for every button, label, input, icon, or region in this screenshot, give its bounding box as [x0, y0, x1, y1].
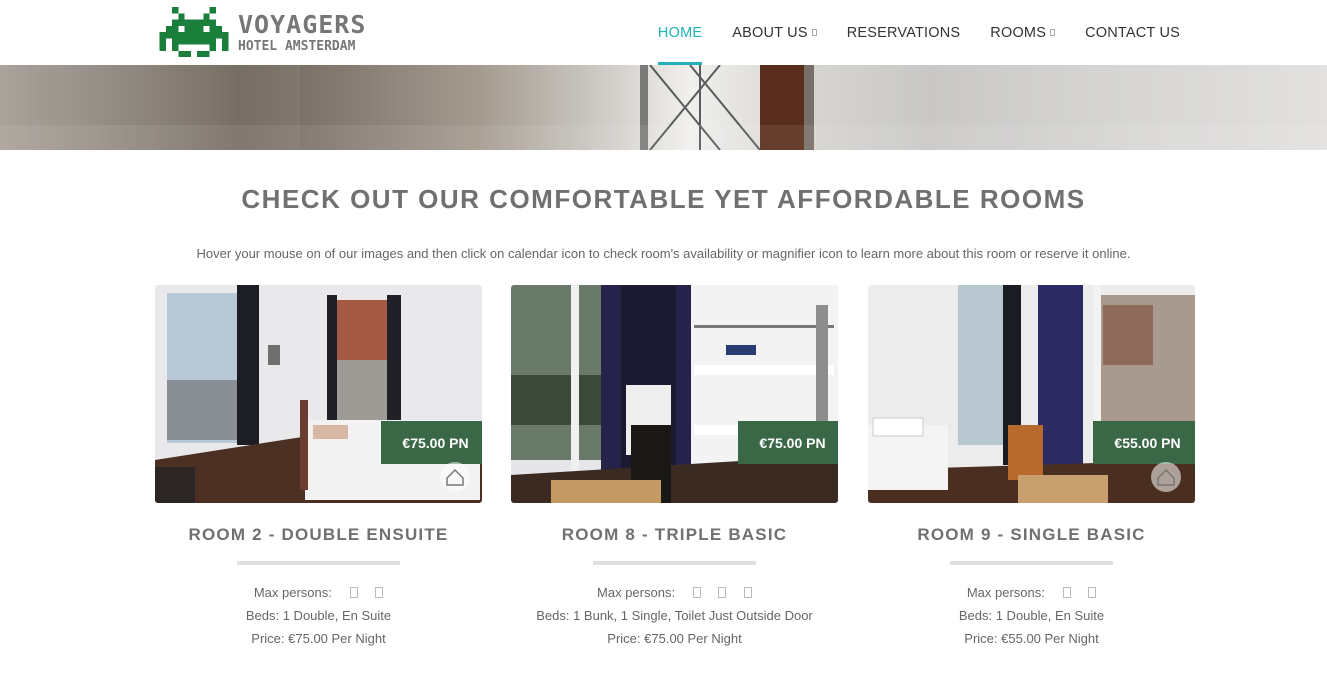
room-photo[interactable]: €55.00 PN	[868, 285, 1195, 503]
nav-about-us[interactable]: ABOUT US	[732, 0, 817, 65]
room-8-photo	[511, 285, 838, 503]
room-card: €55.00 PN ROOM 9 - SINGLE BASIC Max pers…	[868, 285, 1195, 646]
section-description: Hover your mouse on of our images and th…	[196, 246, 1131, 261]
room-photo[interactable]: €75.00 PN	[511, 285, 838, 503]
person-icon	[743, 587, 752, 598]
room-price: Price: €75.00 Per Night	[251, 631, 386, 646]
max-persons-label: Max persons:	[966, 585, 1045, 600]
person-icon	[1088, 587, 1097, 598]
price-tag: €55.00 PN	[1093, 421, 1195, 464]
max-persons-label: Max persons:	[253, 585, 332, 600]
nav-reservations-label: RESERVATIONS	[846, 24, 961, 41]
logo[interactable]: VOYAGERS HOTEL AMSTERDAM	[158, 6, 368, 58]
person-icon	[1062, 587, 1071, 598]
main-nav: HOME ABOUT US RESERVATIONS ROOMS CONTACT…	[628, 0, 1180, 65]
max-persons-label: Max persons:	[597, 585, 676, 600]
room-beds: Beds: 1 Double, En Suite	[245, 608, 392, 623]
price-tag-fold	[1194, 464, 1195, 472]
hero-banner-image	[0, 65, 1327, 150]
banner-window-photo	[0, 65, 1327, 150]
max-persons: Max persons:	[471, 585, 878, 600]
nav-rooms-label: ROOMS	[990, 24, 1047, 41]
room-2-photo	[155, 285, 482, 503]
room-beds: Beds: 1 Double, En Suite	[958, 608, 1105, 623]
room-9-photo	[868, 285, 1195, 503]
room-title[interactable]: ROOM 9 - SINGLE BASIC	[868, 525, 1195, 545]
nav-contact-us[interactable]: CONTACT US	[1085, 0, 1180, 65]
room-price: Price: €55.00 Per Night	[964, 631, 1099, 646]
nav-home[interactable]: HOME	[657, 0, 703, 65]
watermark-badge-icon	[440, 462, 470, 492]
room-title[interactable]: ROOM 8 - TRIPLE BASIC	[511, 525, 838, 545]
room-card: €75.00 PN ROOM 2 - DOUBLE ENSUITE Max pe…	[155, 285, 482, 646]
person-icon	[692, 587, 701, 598]
nav-rooms[interactable]: ROOMS	[990, 0, 1056, 65]
logo-subtitle: HOTEL AMSTERDAM	[238, 38, 356, 54]
price-tag: €75.00 PN	[381, 421, 482, 464]
max-persons: Max persons:	[828, 585, 1235, 600]
dropdown-caret-icon	[1050, 29, 1056, 36]
room-card: €75.00 PN ROOM 8 - TRIPLE BASIC Max pers…	[511, 285, 838, 646]
nav-about-us-label: ABOUT US	[732, 24, 808, 41]
person-icon	[718, 587, 727, 598]
divider	[593, 561, 756, 565]
person-icon	[349, 587, 358, 598]
divider	[950, 561, 1113, 565]
nav-home-label: HOME	[657, 24, 703, 41]
max-persons: Max persons:	[115, 585, 522, 600]
divider	[237, 561, 400, 565]
logo-title: VOYAGERS	[238, 9, 367, 39]
price-tag: €75.00 PN	[738, 421, 838, 464]
room-photo[interactable]: €75.00 PN	[155, 285, 482, 503]
room-beds: Beds: 1 Bunk, 1 Single, Toilet Just Outs…	[536, 608, 813, 623]
watermark-badge-icon	[1151, 462, 1181, 492]
section-title: CHECK OUT OUR COMFORTABLE YET AFFORDABLE…	[241, 184, 1086, 214]
dropdown-caret-icon	[811, 29, 817, 36]
room-title[interactable]: ROOM 2 - DOUBLE ENSUITE	[155, 525, 482, 545]
person-icon	[375, 587, 384, 598]
nav-contact-us-label: CONTACT US	[1085, 24, 1180, 41]
room-price: Price: €75.00 Per Night	[607, 631, 742, 646]
nav-reservations[interactable]: RESERVATIONS	[847, 0, 961, 65]
space-invader-logo-icon	[159, 7, 229, 57]
site-header: VOYAGERS HOTEL AMSTERDAM HOME ABOUT US R…	[0, 0, 1327, 65]
